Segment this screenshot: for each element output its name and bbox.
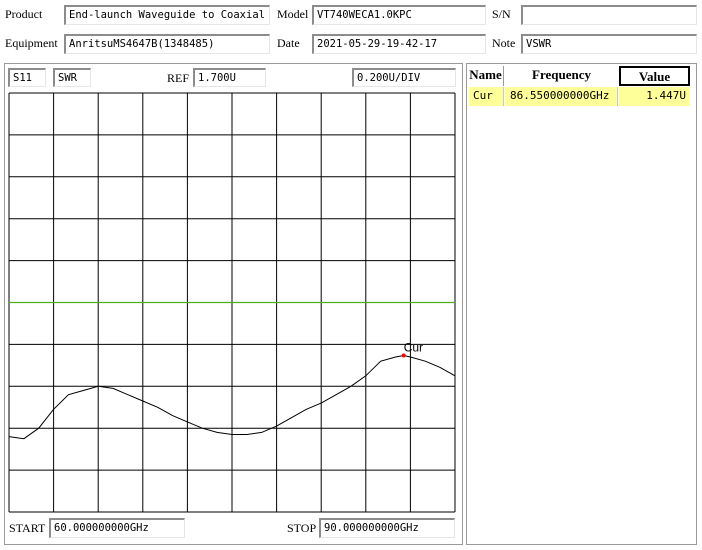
- marker-table-panel: [466, 63, 697, 545]
- start-label: START: [9, 521, 46, 535]
- stop-label: STOP: [287, 521, 317, 535]
- row-frequency-cell: 86.550000000GHz: [505, 87, 618, 106]
- row-value-cell: 1.447U: [619, 87, 690, 106]
- start-field[interactable]: 60.000000000GHz: [49, 518, 185, 538]
- header-name[interactable]: Name: [468, 66, 504, 86]
- header-value[interactable]: Value: [619, 66, 690, 86]
- stop-field[interactable]: 90.000000000GHz: [319, 518, 455, 538]
- row-name-cell: Cur: [469, 87, 504, 106]
- header-frequency[interactable]: Frequency: [505, 66, 618, 86]
- marker-label: Cur: [404, 341, 423, 355]
